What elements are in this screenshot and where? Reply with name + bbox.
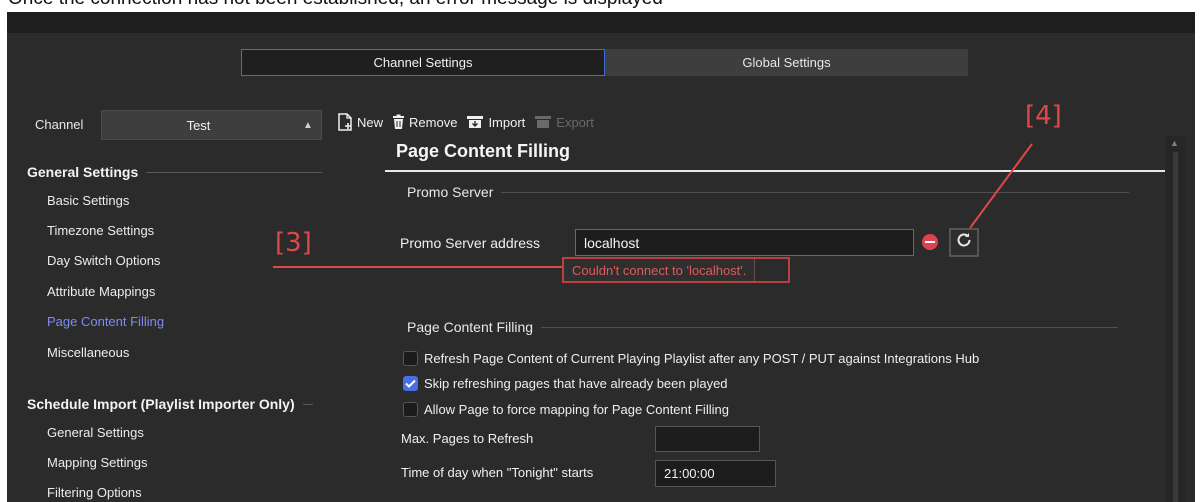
nav-general-title: General Settings <box>27 164 139 180</box>
scroll-up-icon[interactable]: ▲ <box>1170 138 1179 148</box>
tonight-start-time-input[interactable]: 21:00:00 <box>655 460 776 487</box>
page-content-filling-section-header: Page Content Filling <box>407 319 1119 335</box>
nav-schedule-group: Schedule Import (Playlist Importer Only) <box>27 394 313 414</box>
refresh-current-playlist-label: Refresh Page Content of Current Playing … <box>424 351 980 366</box>
export-label: Export <box>556 114 594 130</box>
tonight-start-time-value: 21:00:00 <box>664 466 715 481</box>
dropdown-arrows-icon: ▲ <box>303 119 313 131</box>
nav-schedule-title: Schedule Import (Playlist Importer Only) <box>27 396 295 412</box>
refresh-icon <box>955 231 973 254</box>
content-scrollbar[interactable]: ▲ <box>1165 136 1185 502</box>
remove-label: Remove <box>409 114 458 130</box>
annotation-4-line <box>969 143 1033 229</box>
divider <box>541 326 1119 328</box>
annotation-4-label: [4] <box>1025 101 1062 131</box>
annotation-error-box <box>562 257 790 283</box>
new-label: New <box>357 114 384 130</box>
title-bar <box>7 12 1195 33</box>
settings-tabs: Channel Settings Global Settings <box>241 49 968 76</box>
new-button[interactable]: New <box>337 113 383 131</box>
promo-server-address-input[interactable]: localhost <box>575 229 914 256</box>
sidebar-item-attribute-mappings[interactable]: Attribute Mappings <box>47 284 155 299</box>
sidebar-item-mapping-settings[interactable]: Mapping Settings <box>47 455 147 470</box>
import-button[interactable]: Import <box>466 115 525 130</box>
allow-force-mapping-option[interactable]: Allow Page to force mapping for Page Con… <box>403 402 729 417</box>
sidebar-item-day-switch-options[interactable]: Day Switch Options <box>47 253 160 268</box>
promo-server-section-title: Promo Server <box>407 184 494 200</box>
allow-force-mapping-label: Allow Page to force mapping for Page Con… <box>424 402 729 417</box>
import-label: Import <box>488 114 526 130</box>
scrollbar-track[interactable] <box>1173 152 1178 502</box>
sidebar-item-basic-settings[interactable]: Basic Settings <box>47 193 129 208</box>
new-document-icon <box>337 113 353 131</box>
max-pages-label: Max. Pages to Refresh <box>401 431 534 446</box>
page-title: Page Content Filling <box>396 141 570 161</box>
nav-general-group: General Settings <box>27 162 323 182</box>
skip-played-pages-label: Skip refreshing pages that have already … <box>424 376 728 391</box>
annotation-3-line <box>273 266 563 268</box>
tonight-start-label: Time of day when "Tonight" starts <box>401 465 594 480</box>
divider <box>302 403 313 405</box>
trash-icon <box>392 114 405 130</box>
channel-dropdown-value: Test <box>186 117 211 133</box>
tab-global-settings[interactable]: Global Settings <box>605 49 968 76</box>
channel-toolbar: New Remove Import Export <box>337 113 603 131</box>
promo-server-address-value: localhost <box>584 234 640 251</box>
checkmark-icon <box>405 379 416 388</box>
channel-label: Channel <box>35 117 84 132</box>
skip-played-pages-option[interactable]: Skip refreshing pages that have already … <box>403 376 728 391</box>
remove-button[interactable]: Remove <box>392 114 457 130</box>
settings-window: Channel Settings Global Settings Channel… <box>7 12 1195 502</box>
export-button[interactable]: Export <box>534 115 594 130</box>
sidebar-item-timezone-settings[interactable]: Timezone Settings <box>47 223 154 238</box>
promo-server-address-label: Promo Server address <box>400 235 541 251</box>
refresh-current-playlist-checkbox[interactable] <box>403 351 418 366</box>
channel-dropdown[interactable]: Test ▲ <box>101 110 322 140</box>
page-content-filling-section-title: Page Content Filling <box>407 319 534 335</box>
skip-played-pages-checkbox[interactable] <box>403 376 418 391</box>
refresh-current-playlist-option[interactable]: Refresh Page Content of Current Playing … <box>403 351 979 366</box>
annotation-3-label: [3] <box>275 228 312 258</box>
title-divider <box>385 170 1167 172</box>
tab-channel-settings[interactable]: Channel Settings <box>241 49 605 76</box>
sidebar-item-miscellaneous[interactable]: Miscellaneous <box>47 345 129 360</box>
export-icon <box>534 115 552 129</box>
max-pages-input[interactable] <box>655 426 760 452</box>
sidebar-item-page-content-filling[interactable]: Page Content Filling <box>47 314 164 329</box>
allow-force-mapping-checkbox[interactable] <box>403 402 418 417</box>
sidebar-item-filtering-options[interactable]: Filtering Options <box>47 485 142 500</box>
divider <box>146 171 323 173</box>
clear-address-icon[interactable] <box>922 234 938 250</box>
import-icon <box>466 115 484 129</box>
sidebar-item-schedule-general-settings[interactable]: General Settings <box>47 425 144 440</box>
